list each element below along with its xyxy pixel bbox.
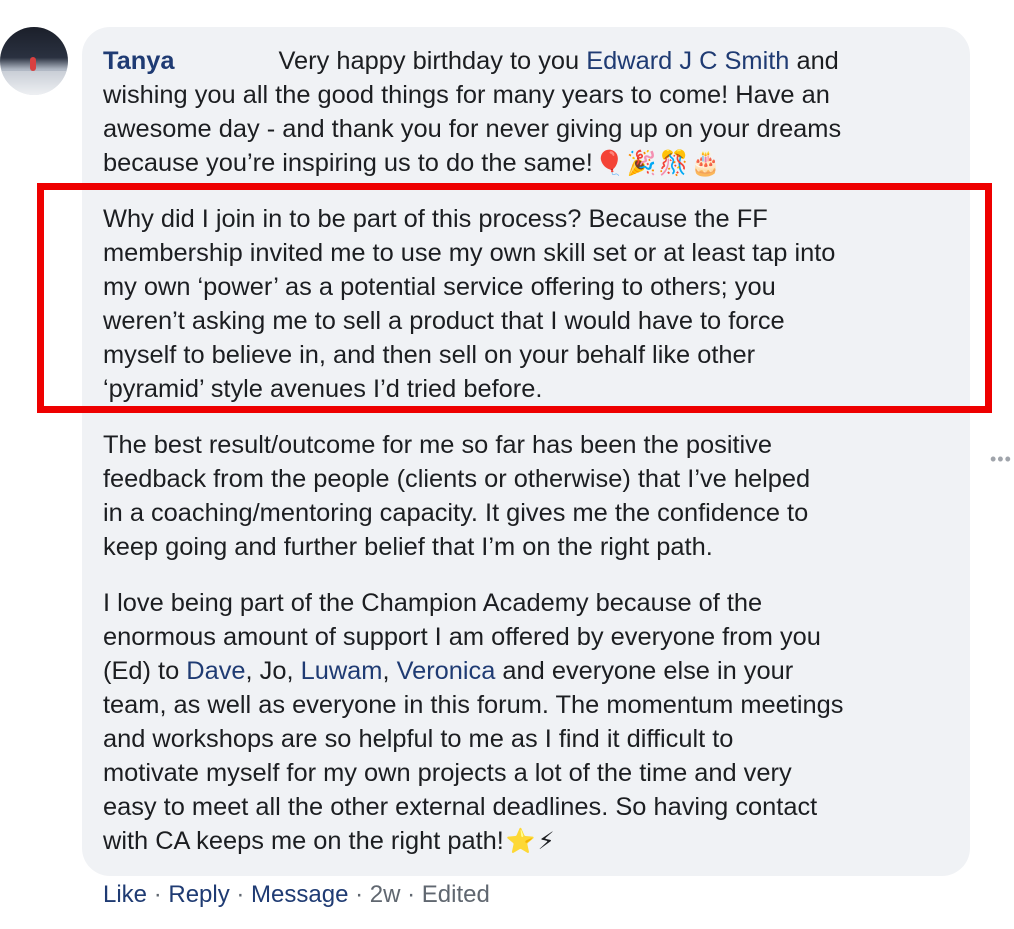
comment-line: membership invited me to use my own skil… bbox=[103, 239, 836, 267]
mention-edward[interactable]: Edward J C Smith bbox=[586, 47, 789, 75]
avatar[interactable] bbox=[0, 27, 68, 95]
comment-text: , Jo, bbox=[245, 657, 301, 685]
message-link[interactable]: Message bbox=[251, 881, 348, 908]
mention-dave[interactable]: Dave bbox=[186, 657, 245, 685]
comment-line: because you’re inspiring us to do the sa… bbox=[103, 146, 963, 180]
comment-text: and bbox=[789, 47, 839, 75]
like-link[interactable]: Like bbox=[103, 881, 147, 908]
comment-line: (Ed) to Dave, Jo, Luwam, Veronica and ev… bbox=[103, 654, 963, 688]
lightning-emoji-icon: ⚡ bbox=[537, 828, 555, 855]
comment-author[interactable]: Tanya bbox=[103, 47, 175, 75]
mention-veronica[interactable]: Veronica bbox=[397, 657, 496, 685]
comment-line: keep going and further belief that I’m o… bbox=[103, 533, 713, 561]
separator: · bbox=[229, 881, 252, 908]
avatar-ground bbox=[0, 71, 68, 95]
balloon-emoji-icon: 🎈 bbox=[594, 150, 625, 177]
confetti-emoji-icon: 🎊 bbox=[658, 150, 689, 177]
comment-line: wishing you all the good things for many… bbox=[103, 81, 830, 109]
comment-line: feedback from the people (clients or oth… bbox=[103, 465, 811, 493]
edited-label[interactable]: Edited bbox=[422, 881, 490, 908]
comment-text: because you’re inspiring us to do the sa… bbox=[103, 149, 593, 177]
timestamp[interactable]: 2w bbox=[370, 881, 401, 908]
comment-line: motivate myself for my own projects a lo… bbox=[103, 759, 792, 787]
separator: · bbox=[147, 881, 169, 908]
comment-text: and everyone else in your bbox=[495, 657, 794, 685]
separator: · bbox=[400, 881, 422, 908]
avatar-figure bbox=[30, 57, 36, 71]
comment-line: The best result/outcome for me so far ha… bbox=[103, 431, 772, 459]
comment-line: awesome day - and thank you for never gi… bbox=[103, 115, 842, 143]
comment-line: in a coaching/mentoring capacity. It giv… bbox=[103, 499, 809, 527]
comment-line: I love being part of the Champion Academ… bbox=[103, 589, 763, 617]
comment-line: enormous amount of support I am offered … bbox=[103, 623, 821, 651]
comment-text: Very happy birthday to you bbox=[278, 47, 587, 75]
comment-line: team, as well as everyone in this forum.… bbox=[103, 691, 844, 719]
separator: · bbox=[348, 881, 370, 908]
comment-line: myself to believe in, and then sell on y… bbox=[103, 341, 756, 369]
comment-text: , bbox=[382, 657, 397, 685]
comment-line: weren’t asking me to sell a product that… bbox=[103, 307, 785, 335]
birthday-cake-emoji-icon: 🎂 bbox=[690, 150, 721, 177]
comment-line: easy to meet all the other external dead… bbox=[103, 793, 818, 821]
more-options-icon[interactable]: ••• bbox=[990, 449, 1012, 470]
comment-line: my own ‘power’ as a potential service of… bbox=[103, 273, 776, 301]
star-emoji-icon: ⭐ bbox=[505, 828, 536, 855]
comment-line: with CA keeps me on the right path!⭐⚡ bbox=[103, 824, 963, 858]
comment-actions: Like · Reply · Message · 2w · Edited bbox=[103, 878, 490, 912]
comment-text: (Ed) to bbox=[103, 657, 187, 685]
mention-luwam[interactable]: Luwam bbox=[301, 657, 383, 685]
comment-line: Why did I join in to be part of this pro… bbox=[103, 205, 768, 233]
comment-text: with CA keeps me on the right path! bbox=[103, 827, 504, 855]
comment-line: Tanya Very happy birthday to you Edward J… bbox=[103, 44, 963, 78]
party-popper-emoji-icon: 🎉 bbox=[626, 150, 657, 177]
reply-link[interactable]: Reply bbox=[168, 881, 229, 908]
comment-line: and workshops are so helpful to me as I … bbox=[103, 725, 734, 753]
comment-line: ‘pyramid’ style avenues I’d tried before… bbox=[103, 375, 543, 403]
